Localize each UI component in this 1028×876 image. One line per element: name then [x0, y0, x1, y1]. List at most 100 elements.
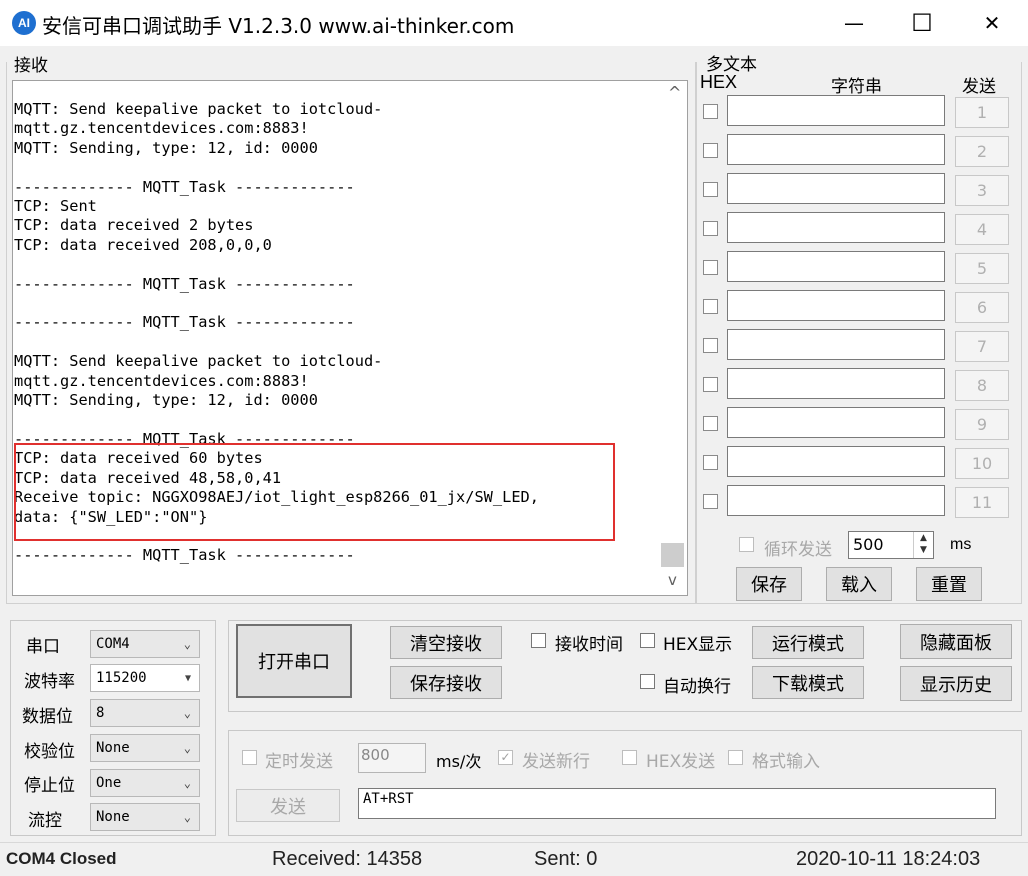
auto-wrap-label: 自动换行: [663, 677, 731, 697]
send-row-button[interactable]: 6: [955, 292, 1009, 323]
send-row-button[interactable]: 2: [955, 136, 1009, 167]
loop-interval-spinner[interactable]: ▲ ▼: [913, 532, 933, 558]
chevron-down-icon: ⌄: [183, 741, 191, 755]
send-row-button[interactable]: 1: [955, 97, 1009, 128]
send-row-button[interactable]: 10: [955, 448, 1009, 479]
send-panel: [228, 730, 1022, 836]
reset-multi-text-button[interactable]: 重置: [916, 567, 982, 601]
string-row-input[interactable]: [727, 368, 945, 399]
title-bar: AI 安信可串口调试助手 V1.2.3.0 www.ai-thinker.com…: [0, 0, 1028, 46]
send-row-button[interactable]: 5: [955, 253, 1009, 284]
stopbits-label: 停止位: [24, 776, 75, 796]
send-row-button[interactable]: 4: [955, 214, 1009, 245]
save-receive-button[interactable]: 保存接收: [390, 666, 502, 699]
hex-row-checkbox[interactable]: [703, 377, 718, 392]
loop-unit-label: ms: [950, 536, 972, 553]
port-status-text: COM4 Closed: [6, 849, 117, 868]
flow-select[interactable]: None ⌄: [90, 803, 200, 831]
string-row-input[interactable]: [727, 407, 945, 438]
hex-display-label: HEX显示: [663, 635, 733, 655]
auto-wrap-checkbox[interactable]: [640, 674, 655, 689]
send-row-button[interactable]: 3: [955, 175, 1009, 206]
hex-row-checkbox[interactable]: [703, 182, 718, 197]
hide-panel-button[interactable]: 隐藏面板: [900, 624, 1012, 659]
string-row-input[interactable]: [727, 485, 945, 516]
string-row-input[interactable]: [727, 134, 945, 165]
scroll-down-icon[interactable]: v: [668, 571, 677, 589]
hex-row-checkbox[interactable]: [703, 104, 718, 119]
flow-label: 流控: [28, 811, 62, 831]
window-title: 安信可串口调试助手 V1.2.3.0 www.ai-thinker.com: [42, 14, 515, 38]
parity-select[interactable]: None ⌄: [90, 734, 200, 762]
recv-time-checkbox[interactable]: [531, 633, 546, 648]
send-button[interactable]: 发送: [236, 789, 340, 822]
minimize-icon: —: [844, 11, 864, 35]
string-row-input[interactable]: [727, 173, 945, 204]
scroll-thumb[interactable]: [661, 543, 684, 567]
send-newline-checkbox[interactable]: ✓: [498, 750, 513, 765]
baud-select[interactable]: 115200 ▼: [90, 664, 200, 692]
databits-select[interactable]: 8 ⌄: [90, 699, 200, 727]
datetime-text: 2020-10-11 18:24:03: [796, 848, 981, 870]
string-row-input[interactable]: [727, 95, 945, 126]
string-row-input[interactable]: [727, 251, 945, 282]
hex-row-checkbox[interactable]: [703, 416, 718, 431]
string-row-input[interactable]: [727, 212, 945, 243]
hex-row-checkbox[interactable]: [703, 494, 718, 509]
send-row-button[interactable]: 9: [955, 409, 1009, 440]
chevron-down-icon: ⌄: [183, 706, 191, 720]
timed-send-checkbox[interactable]: [242, 750, 257, 765]
port-label: 串口: [26, 637, 60, 657]
send-column-header: 发送: [962, 77, 996, 97]
close-button[interactable]: ✕: [958, 0, 1026, 46]
download-mode-button[interactable]: 下载模式: [752, 666, 864, 699]
run-mode-button[interactable]: 运行模式: [752, 626, 864, 659]
databits-value: 8: [96, 705, 105, 721]
send-row-button[interactable]: 8: [955, 370, 1009, 401]
open-port-button[interactable]: 打开串口: [236, 624, 352, 698]
send-row-button[interactable]: 11: [955, 487, 1009, 518]
maximize-button[interactable]: ☐: [888, 0, 956, 46]
flow-value: None: [96, 809, 130, 825]
hex-row-checkbox[interactable]: [703, 455, 718, 470]
string-row-input[interactable]: [727, 329, 945, 360]
string-row-input[interactable]: [727, 290, 945, 321]
timed-send-label: 定时发送: [265, 752, 333, 772]
parity-label: 校验位: [24, 742, 75, 762]
stopbits-select[interactable]: One ⌄: [90, 769, 200, 797]
show-history-button[interactable]: 显示历史: [900, 666, 1012, 701]
app-logo-icon: AI: [12, 11, 36, 35]
maximize-icon: ☐: [911, 9, 933, 37]
timed-interval-input[interactable]: 800: [358, 743, 426, 773]
hex-row-checkbox[interactable]: [703, 260, 718, 275]
chevron-down-icon: ⌄: [183, 810, 191, 824]
receive-scrollbar[interactable]: ^ v: [660, 81, 687, 595]
hex-row-checkbox[interactable]: [703, 221, 718, 236]
hex-row-checkbox[interactable]: [703, 143, 718, 158]
baud-value: 115200: [96, 670, 147, 686]
load-multi-text-button[interactable]: 载入: [826, 567, 892, 601]
clear-receive-button[interactable]: 清空接收: [390, 626, 502, 659]
string-row-input[interactable]: [727, 446, 945, 477]
format-input-checkbox[interactable]: [728, 750, 743, 765]
chevron-down-icon: ⌄: [183, 637, 191, 651]
hex-send-checkbox[interactable]: [622, 750, 637, 765]
chevron-down-icon: ⌄: [183, 776, 191, 790]
hex-column-header: HEX: [700, 72, 738, 92]
hex-send-label: HEX发送: [646, 752, 716, 772]
loop-send-checkbox[interactable]: [739, 537, 754, 552]
hex-display-checkbox[interactable]: [640, 633, 655, 648]
hex-row-checkbox[interactable]: [703, 338, 718, 353]
send-newline-label: 发送新行: [522, 752, 590, 772]
port-select[interactable]: COM4 ⌄: [90, 630, 200, 658]
send-row-button[interactable]: 7: [955, 331, 1009, 362]
minimize-button[interactable]: —: [820, 0, 888, 46]
save-multi-text-button[interactable]: 保存: [736, 567, 802, 601]
hex-row-checkbox[interactable]: [703, 299, 718, 314]
send-input[interactable]: AT+RST: [358, 788, 996, 819]
loop-send-label: 循环发送: [764, 540, 832, 560]
databits-label: 数据位: [22, 707, 73, 727]
string-column-header: 字符串: [831, 77, 882, 97]
close-icon: ✕: [983, 11, 1001, 35]
scroll-up-icon[interactable]: ^: [668, 83, 681, 102]
